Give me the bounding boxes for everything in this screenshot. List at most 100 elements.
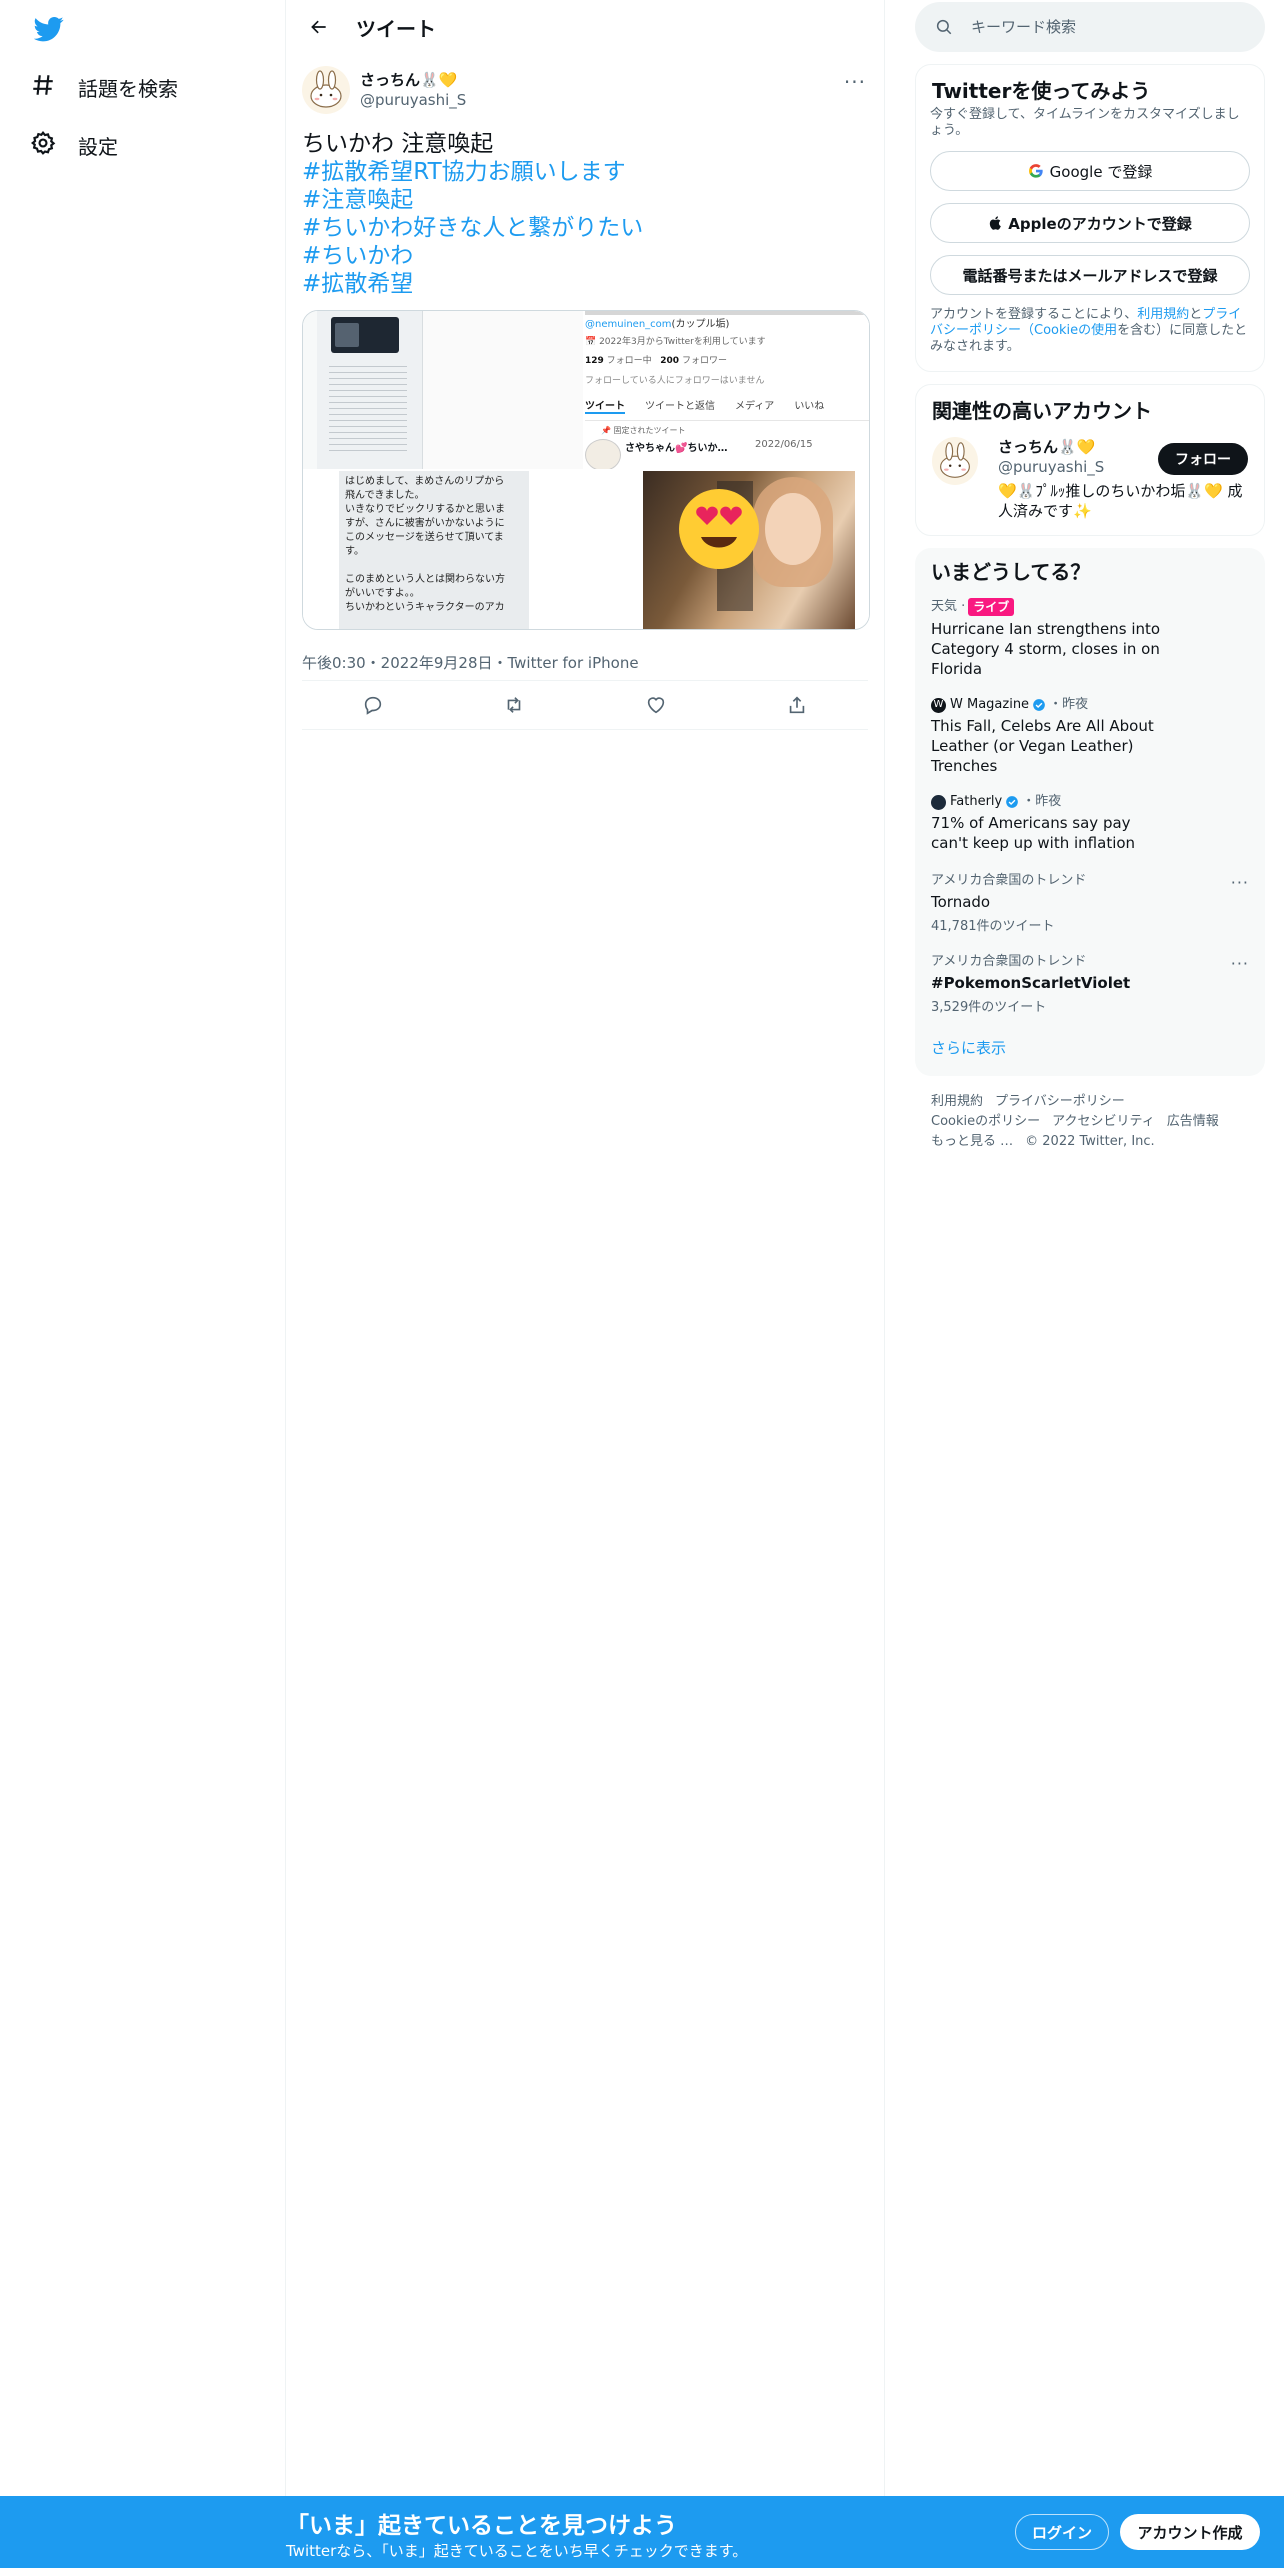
search-box[interactable] bbox=[915, 2, 1265, 52]
media-image-3[interactable]: はじめまして、まめさんのリプから 飛んできました。 いきなりでビックリするかと思… bbox=[303, 471, 583, 629]
media-profile-link: @nemuinen_com bbox=[585, 319, 672, 330]
terms-link[interactable]: 利用規約 bbox=[1137, 307, 1189, 322]
apple-signup-button[interactable]: Appleのアカウントで登録 bbox=[930, 203, 1250, 243]
back-button[interactable] bbox=[302, 10, 336, 44]
bottom-bar-title: 「いま」起きていることを見つけよう bbox=[286, 2513, 677, 2539]
footer-link[interactable]: アクセシビリティ bbox=[1052, 1114, 1155, 1129]
media-dm-line: がいいですよ。。 bbox=[345, 588, 420, 599]
media-dm-line: す。 bbox=[345, 546, 364, 557]
login-button[interactable]: ログイン bbox=[1015, 2514, 1109, 2550]
trend-item[interactable]: Fatherly ・昨夜 71% of Americans say pay ca… bbox=[915, 776, 1265, 853]
hashtag-link[interactable]: #拡散希望 bbox=[302, 270, 868, 298]
trend-item[interactable]: W W Magazine ・昨夜 This Fall, Celebs Are A… bbox=[915, 679, 1265, 776]
trend-context: アメリカ合衆国のトレンド bbox=[931, 954, 1087, 969]
media-image-1[interactable] bbox=[303, 311, 583, 469]
avatar[interactable] bbox=[932, 437, 978, 485]
footer-links: 利用規約 プライバシーポリシー Cookieのポリシー アクセシビリティ 広告情報 も… bbox=[915, 1076, 1265, 1152]
more-options-icon[interactable]: ··· bbox=[1231, 954, 1249, 973]
tweet-actions bbox=[302, 681, 868, 730]
verified-badge-icon bbox=[1032, 698, 1046, 712]
tweet-text-plain: ちいかわ 注意喚起 bbox=[302, 131, 494, 157]
nav-item-explore[interactable]: 話題を検索 bbox=[30, 62, 178, 112]
show-more-link[interactable]: さらに表示 bbox=[915, 1015, 1265, 1076]
tweet-media[interactable]: @nemuinen_com(カップル垢) 📅 2022年3月からTwitterを… bbox=[302, 310, 870, 630]
media-profile-following-label: フォロー中 bbox=[606, 356, 652, 366]
related-title: 関連性の高いアカウント bbox=[932, 399, 1152, 423]
trend-count: 41,781件のツイート bbox=[931, 919, 1055, 934]
retweet-icon[interactable] bbox=[503, 694, 525, 716]
follow-button[interactable]: フォロー bbox=[1158, 443, 1248, 475]
bottom-bar-subtitle: Twitterなら、「いま」起きていることをいち早くチェックできます。 bbox=[286, 2542, 748, 2560]
google-signup-label: Google で登録 bbox=[1049, 162, 1153, 181]
column-divider bbox=[884, 0, 885, 2500]
media-profile-joined: 2022年3月からTwitterを利用しています bbox=[599, 337, 766, 347]
signup-terms: アカウントを登録することにより、利用規約とプライバシーポリシー（Cookieの使… bbox=[916, 295, 1264, 371]
google-icon bbox=[1028, 164, 1043, 178]
main-column: ツイート さっちん🐰💛 @puruyashi_S ··· ちいかわ 注意喚起 #… bbox=[286, 0, 884, 730]
more-options-icon[interactable]: ··· bbox=[1231, 873, 1249, 892]
media-dm-line: 飛んできました。 bbox=[345, 490, 425, 501]
hashtag-link[interactable]: #ちいかわ bbox=[302, 242, 868, 270]
trend-source: W Magazine bbox=[950, 697, 1030, 712]
hashtag-link[interactable]: #ちいかわ好きな人と繋がりたい bbox=[302, 214, 868, 242]
create-account-button[interactable]: アカウント作成 bbox=[1120, 2514, 1260, 2550]
trend-count: 3,529件のツイート bbox=[931, 1000, 1047, 1015]
footer-link[interactable]: プライバシーポリシー bbox=[995, 1094, 1125, 1109]
tweet-author[interactable]: さっちん🐰💛 @puruyashi_S bbox=[302, 62, 868, 118]
author-handle[interactable]: @puruyashi_S bbox=[360, 90, 466, 110]
verified-badge-icon bbox=[1005, 795, 1019, 809]
like-icon[interactable] bbox=[645, 694, 667, 716]
trend-context: アメリカ合衆国のトレンド bbox=[931, 873, 1087, 888]
hashtag-icon bbox=[30, 72, 78, 103]
google-signup-button[interactable]: Google で登録 bbox=[930, 151, 1250, 191]
related-bio: 💛🐰ﾌﾟﾙｯ推しのちいかわ垢🐰💛 成人済みです✨ bbox=[998, 482, 1243, 520]
trends-title: いまどうしてる？ bbox=[931, 560, 1091, 584]
related-account[interactable]: さっちん🐰💛 @puruyashi_S 💛🐰ﾌﾟﾙｯ推しのちいかわ垢🐰💛 成人済… bbox=[916, 425, 1264, 535]
fatherly-logo-icon bbox=[931, 794, 946, 810]
media-profile-followers-label: フォロワー bbox=[681, 356, 727, 366]
media-profile-tab: ツイート bbox=[585, 397, 625, 414]
footer-link[interactable]: もっと見る … bbox=[931, 1134, 1013, 1149]
trend-title: Tornado bbox=[931, 893, 991, 911]
media-profile-tab: ツイートと返信 bbox=[645, 401, 715, 412]
apple-signup-label: Appleのアカウントで登録 bbox=[1008, 214, 1192, 233]
signup-title: Twitterを使ってみよう bbox=[932, 79, 1151, 103]
bottom-signup-bar: 「いま」起きていることを見つけよう Twitterなら、「いま」起きていることを… bbox=[0, 2496, 1284, 2568]
more-options-icon[interactable]: ··· bbox=[844, 70, 866, 94]
share-icon[interactable] bbox=[786, 694, 808, 716]
search-icon bbox=[936, 19, 952, 35]
apple-icon bbox=[990, 216, 1002, 230]
trend-item[interactable]: 天気 · ライブ Hurricane Ian strengthens into C… bbox=[915, 586, 1265, 679]
trend-time: ・昨夜 bbox=[1049, 697, 1089, 712]
w-magazine-logo-icon: W bbox=[931, 697, 946, 713]
media-dm-line: ちいかわというキャラクターのアカ bbox=[345, 602, 505, 613]
media-image-4[interactable] bbox=[585, 471, 869, 629]
nav-item-label: 設定 bbox=[78, 134, 118, 159]
twitter-bird-icon[interactable] bbox=[33, 14, 64, 44]
footer-link[interactable]: Cookieのポリシー bbox=[931, 1114, 1040, 1129]
hashtag-link[interactable]: #注意喚起 bbox=[302, 186, 868, 214]
trend-title: Hurricane Ian strengthens into Category … bbox=[931, 620, 1161, 678]
reply-icon[interactable] bbox=[362, 694, 384, 716]
terms-and: と bbox=[1189, 307, 1203, 322]
media-profile-following: 129 bbox=[585, 356, 604, 366]
search-input[interactable] bbox=[969, 17, 1223, 37]
trend-item[interactable]: アメリカ合衆国のトレンド Tornado 41,781件のツイート ··· bbox=[915, 853, 1265, 934]
avatar[interactable] bbox=[302, 66, 350, 114]
trend-source: Fatherly bbox=[950, 794, 1003, 809]
footer-link[interactable]: 広告情報 bbox=[1167, 1114, 1219, 1129]
phone-email-signup-button[interactable]: 電話番号またはメールアドレスで登録 bbox=[930, 255, 1250, 295]
footer-link[interactable]: 利用規約 bbox=[931, 1094, 983, 1109]
trends-card: いまどうしてる？ 天気 · ライブ Hurricane Ian strengthe… bbox=[915, 548, 1265, 1076]
author-name[interactable]: さっちん🐰💛 bbox=[360, 70, 466, 90]
nav-item-settings[interactable]: 設定 bbox=[30, 120, 118, 170]
terms-prefix: アカウントを登録することにより、 bbox=[930, 307, 1138, 322]
trend-time: ・昨夜 bbox=[1022, 794, 1062, 809]
phone-email-signup-label: 電話番号またはメールアドレスで登録 bbox=[962, 266, 1218, 285]
hashtag-link[interactable]: #拡散希望RT協力お願いします bbox=[302, 158, 868, 186]
media-image-2[interactable]: @nemuinen_com(カップル垢) 📅 2022年3月からTwitterを… bbox=[585, 311, 869, 469]
trend-item[interactable]: アメリカ合衆国のトレンド #PokemonScarletViolet 3,529… bbox=[915, 934, 1265, 1015]
trend-title: 71% of Americans say pay can't keep up w… bbox=[931, 814, 1136, 852]
tweet-timestamp[interactable]: 午後0:30・2022年9月28日・Twitter for iPhone bbox=[302, 644, 868, 681]
trend-title: #PokemonScarletViolet bbox=[931, 974, 1131, 992]
